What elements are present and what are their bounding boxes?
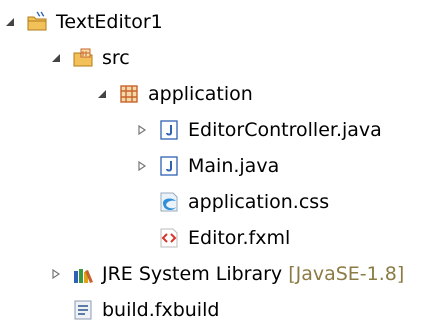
collapsed-twisty-icon[interactable] (132, 148, 152, 184)
tree-item-label: Editor.fxml (188, 227, 291, 249)
library-icon (72, 263, 94, 285)
tree-item-application[interactable]: application (92, 76, 253, 112)
tree-item-src[interactable]: src (46, 40, 130, 76)
expanded-twisty-icon[interactable] (92, 76, 112, 112)
tree-item-jre-system-library[interactable]: JRE System Library [JavaSE-1.8] (46, 256, 404, 292)
tree-item-label: JRE System Library (102, 263, 283, 285)
jre-version-decoration: [JavaSE-1.8] (288, 263, 405, 285)
fxml-file-icon (158, 227, 180, 249)
tree-item-label: src (102, 47, 130, 69)
tree-item-editor-fxml[interactable]: Editor.fxml (132, 220, 290, 256)
tree-item-label: application.css (188, 191, 330, 213)
fxbuild-file-icon (72, 299, 94, 321)
tree-item-label: build.fxbuild (102, 299, 220, 321)
source-folder-icon (72, 47, 94, 69)
tree-item-label: application (148, 83, 253, 105)
tree-item-label: TextEditor1 (56, 11, 163, 33)
expanded-twisty-icon[interactable] (46, 40, 66, 76)
collapsed-twisty-icon[interactable] (46, 256, 66, 292)
java-file-icon (158, 119, 180, 141)
tree-item-label: EditorController.java (188, 119, 382, 141)
java-project-icon (26, 11, 48, 33)
tree-item-build-fxbuild[interactable]: build.fxbuild (46, 292, 219, 328)
tree-item-application-css[interactable]: application.css (132, 184, 329, 220)
tree-item-label: Main.java (188, 155, 280, 177)
package-explorer-tree: TextEditor1 src application EditorContro… (0, 0, 442, 325)
collapsed-twisty-icon[interactable] (132, 112, 152, 148)
expanded-twisty-icon[interactable] (0, 4, 20, 40)
css-file-icon (158, 191, 180, 213)
tree-item-main-java[interactable]: Main.java (132, 148, 279, 184)
tree-item-editorcontroller-java[interactable]: EditorController.java (132, 112, 382, 148)
tree-item-texteditor1[interactable]: TextEditor1 (0, 4, 163, 40)
java-file-icon (158, 155, 180, 177)
package-icon (118, 83, 140, 105)
